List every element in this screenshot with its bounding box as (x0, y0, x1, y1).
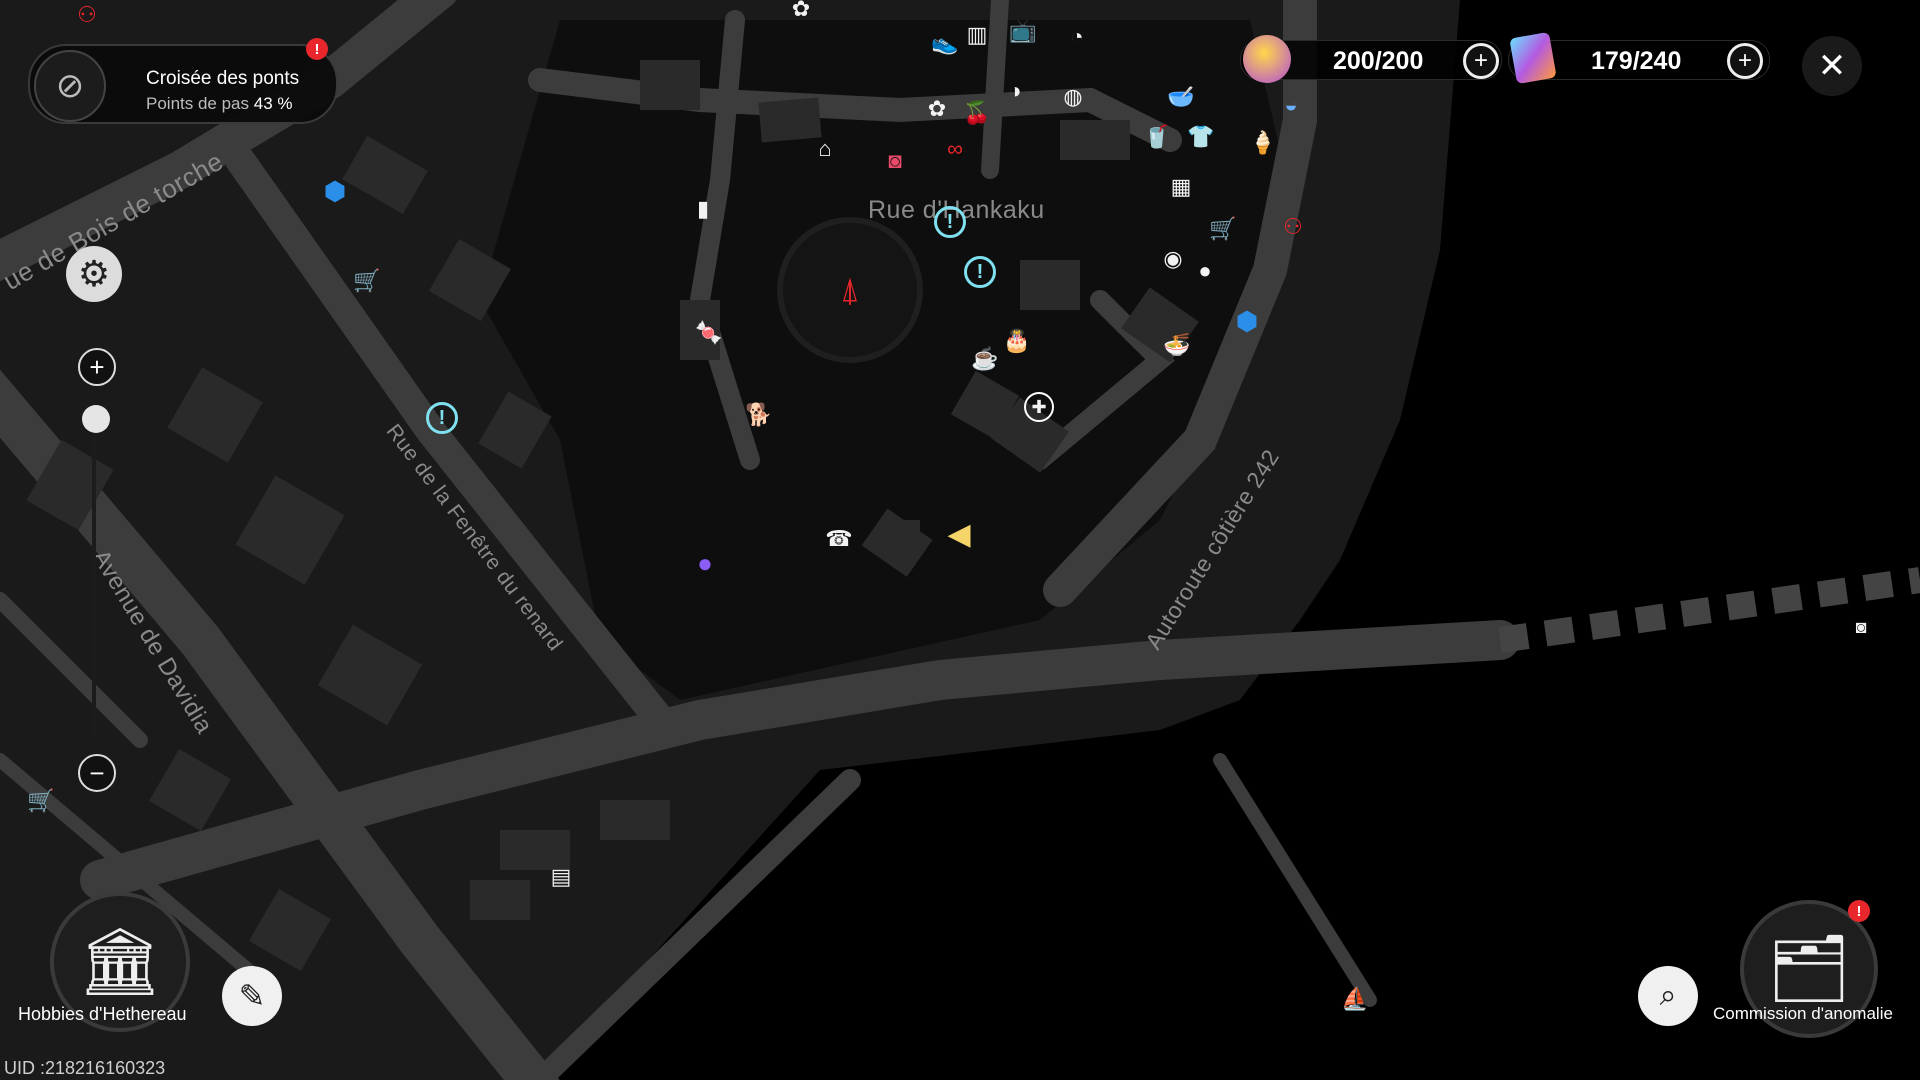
cherry-icon[interactable]: 🍒 (962, 98, 992, 128)
location-panel[interactable]: ⊘ Croisée des ponts Points de pas 43 % (28, 44, 338, 124)
dog-icon[interactable]: 🐕 (744, 400, 774, 430)
progress-value: 43 % (253, 94, 293, 113)
commission-alert-badge: ! (1848, 900, 1870, 922)
boat-icon[interactable]: ⛵ (1340, 984, 1370, 1014)
notes-button[interactable]: ✎ (222, 966, 282, 1026)
cake-icon[interactable]: 🎂 (1002, 326, 1032, 356)
compass-icon[interactable]: ⊘ (34, 50, 106, 122)
location-title: Croisée des ponts (146, 68, 300, 89)
red-ferris-icon[interactable]: ⚇ (72, 0, 102, 30)
close-button[interactable]: ✕ (1802, 36, 1862, 96)
quest-marker-icon[interactable]: ! (426, 402, 458, 434)
zoom-slider-track[interactable] (92, 418, 96, 738)
progress-label: Points de pas (146, 94, 250, 113)
coffee-icon[interactable]: ☕ (970, 344, 1000, 374)
disc-icon[interactable]: ◉ (1158, 244, 1188, 274)
add-energy-button[interactable]: + (1463, 43, 1499, 79)
flower-icon[interactable]: ✿ (786, 0, 816, 24)
shrimp-icon[interactable]: ◑ (1000, 76, 1030, 106)
vending-icon[interactable]: ▦ (1166, 172, 1196, 202)
quest-marker-icon[interactable]: ! (934, 206, 966, 238)
drink-icon[interactable]: 🥤 (1142, 122, 1172, 152)
shirt-icon[interactable]: 👕 (1186, 122, 1216, 152)
quest-marker-icon[interactable]: ! (964, 256, 996, 288)
bag-icon[interactable]: ◔ (1062, 22, 1092, 52)
zoom-in-button[interactable]: + (78, 348, 116, 386)
hobbies-label: Hobbies d'Hethereau (18, 1004, 187, 1024)
noodles-icon[interactable]: 🍜 (1162, 330, 1192, 360)
energy-resource[interactable]: 200/200 + (1236, 28, 1502, 90)
purple-ghost-icon[interactable]: ● (690, 548, 720, 578)
onigiri-icon[interactable]: ● (1190, 256, 1220, 286)
zoom-slider-thumb[interactable] (82, 405, 110, 433)
player-arrow-icon: ◀ (947, 518, 971, 551)
arcade-icon[interactable]: ⌂ (810, 134, 840, 164)
icecream-icon[interactable]: 🍦 (1248, 128, 1278, 158)
alert-badge: ! (306, 38, 328, 60)
blue-map-pin-icon[interactable]: ⬢ (1232, 306, 1262, 336)
add-film-button[interactable]: + (1727, 43, 1763, 79)
zoom-out-button[interactable]: − (78, 754, 116, 792)
red-link-icon[interactable]: ∞ (940, 134, 970, 164)
candy-icon[interactable]: 🍬 (694, 318, 724, 348)
landmark-tower-icon[interactable]: ⍋ (830, 270, 870, 310)
red-ferris-icon[interactable]: ⚇ (1278, 212, 1308, 242)
film-resource[interactable]: 179/240 + (1508, 31, 1770, 85)
settings-button[interactable]: ⚙ (66, 246, 122, 302)
camera-icon[interactable]: ◙ (1846, 612, 1876, 642)
energy-value: 200/200 (1333, 47, 1424, 75)
tv-icon[interactable]: 📺 (1008, 16, 1038, 46)
building-icon[interactable]: ▥ (962, 20, 992, 50)
search-map-button[interactable]: ⌕ (1638, 966, 1698, 1026)
shoe-icon[interactable]: 👟 (930, 28, 960, 58)
kiosk-icon[interactable]: ▤ (546, 862, 576, 892)
location-progress: Points de pas 43 % (146, 94, 293, 114)
book-icon[interactable]: ▮ (688, 194, 718, 224)
bowl-icon[interactable]: 🥣 (1166, 82, 1196, 112)
film-roll-icon (1509, 31, 1557, 85)
blue-map-pin-icon[interactable]: ⬢ (320, 176, 350, 206)
shop-cart-icon[interactable]: 🛒 (352, 266, 382, 296)
first-aid-icon[interactable]: ✚ (1024, 392, 1054, 422)
globe-icon[interactable]: ◒ (1276, 90, 1306, 120)
phone-booth-icon[interactable]: ☎ (824, 524, 854, 554)
gear-flower-icon[interactable]: ✿ (922, 94, 952, 124)
uid-text: UID :218216160323 (4, 1058, 166, 1078)
film-value: 179/240 (1591, 47, 1682, 75)
commission-label: Commission d'anomalie (1713, 1004, 1893, 1023)
robot-icon[interactable]: ◍ (1058, 82, 1088, 112)
shop-cart-icon[interactable]: 🛒 (26, 786, 56, 816)
red-shop-icon[interactable]: ◙ (880, 146, 910, 176)
shop-cart-icon[interactable]: 🛒 (1208, 214, 1238, 244)
